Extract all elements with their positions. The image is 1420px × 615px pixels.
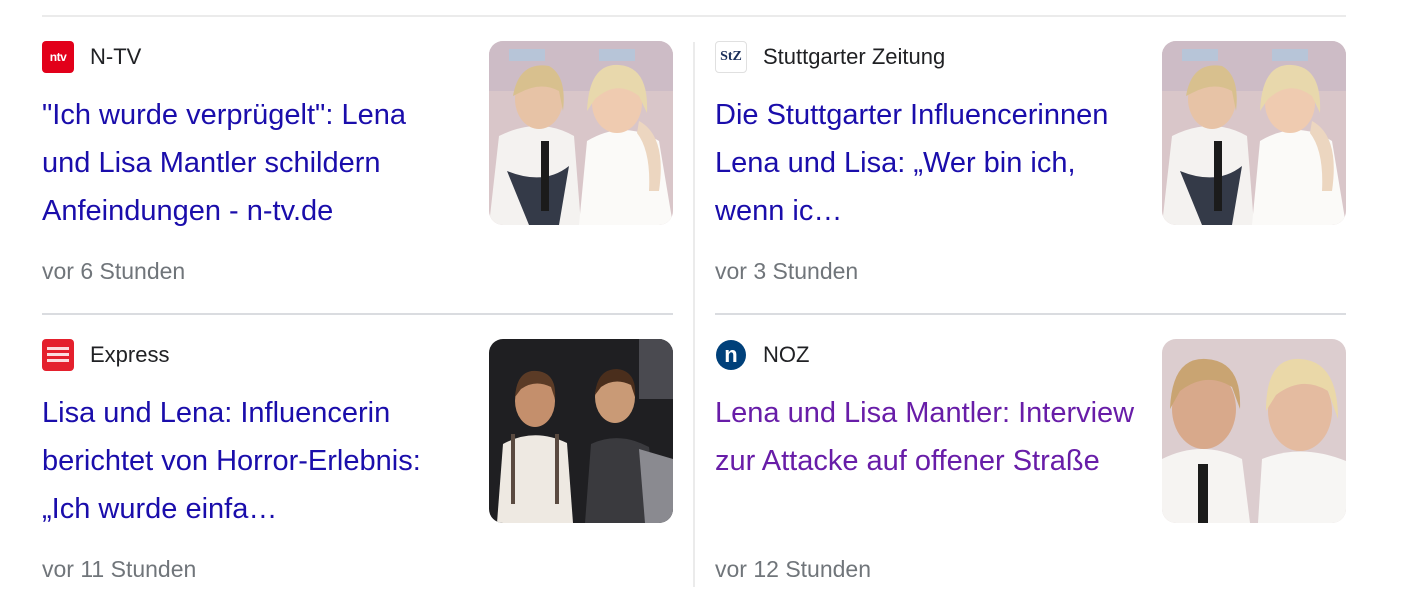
source-row: n NOZ (715, 339, 809, 371)
headline-link[interactable]: Lisa und Lena: Influencerin berichtet vo… (42, 389, 462, 533)
source-row: StZ Stuttgarter Zeitung (715, 41, 945, 73)
timestamp: vor 11 Stunden (42, 556, 197, 582)
news-card[interactable]: Express Lisa und Lena: Influencerin beri… (42, 339, 673, 615)
thumbnail-image[interactable] (1162, 339, 1346, 523)
headline-link[interactable]: "Ich wurde verprügelt": Lena und Lisa Ma… (42, 91, 462, 235)
timestamp: vor 3 Stunden (715, 258, 859, 284)
source-row: Express (42, 339, 169, 371)
thumbnail-image[interactable] (489, 339, 673, 523)
source-name: NOZ (763, 342, 810, 367)
source-name: N-TV (90, 44, 142, 69)
express-logo-icon (42, 339, 74, 371)
headline-link[interactable]: Lena und Lisa Mantler: Interview zur Att… (715, 389, 1135, 485)
column-divider (693, 42, 695, 587)
stz-logo-icon: StZ (715, 41, 747, 73)
source-name: Stuttgarter Zeitung (763, 44, 946, 69)
noz-logo-icon: n (715, 339, 747, 371)
news-card[interactable]: StZ Stuttgarter Zeitung Die Stuttgarter … (715, 41, 1346, 317)
timestamp: vor 12 Stunden (715, 556, 872, 582)
timestamp: vor 6 Stunden (42, 258, 186, 284)
thumbnail-image[interactable] (489, 41, 673, 225)
source-row: ntv N-TV (42, 41, 141, 73)
ntv-logo-icon: ntv (42, 41, 74, 73)
top-divider (42, 15, 1346, 17)
row-divider (715, 313, 1346, 315)
logo-text: ntv (49, 50, 67, 64)
logo-text: n (724, 342, 738, 367)
logo-text: StZ (720, 49, 742, 64)
news-card[interactable]: ntv N-TV "Ich wurde verprügelt": Lena un… (42, 41, 673, 317)
row-divider (42, 313, 673, 315)
headline-link[interactable]: Die Stuttgarter Influencerinnen Lena und… (715, 91, 1135, 235)
news-card[interactable]: n NOZ Lena und Lisa Mantler: Interview z… (715, 339, 1346, 615)
thumbnail-image[interactable] (1162, 41, 1346, 225)
source-name: Express (90, 342, 170, 367)
